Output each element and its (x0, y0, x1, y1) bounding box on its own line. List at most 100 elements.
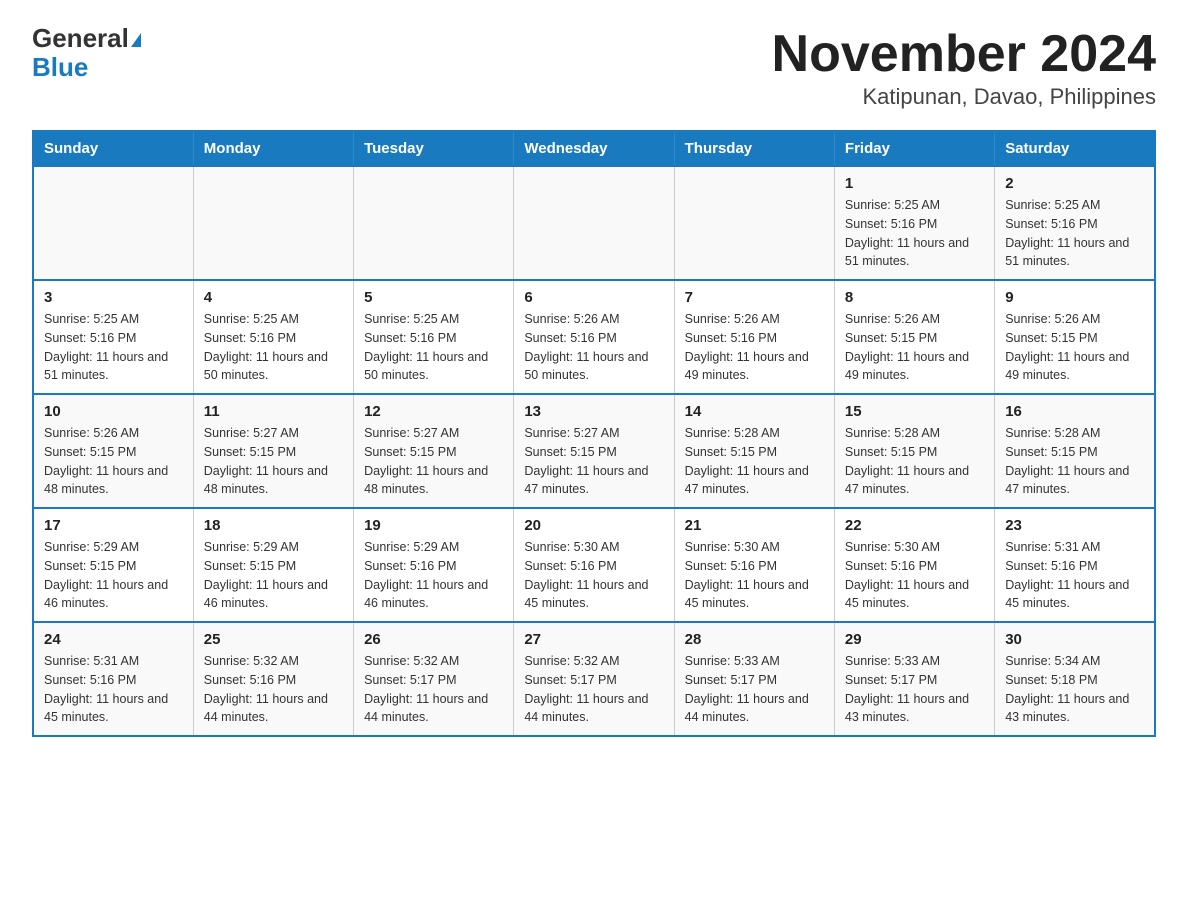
calendar-cell-w1-d1 (33, 166, 193, 280)
day-info: Sunrise: 5:28 AM Sunset: 5:15 PM Dayligh… (845, 424, 984, 499)
day-number: 19 (364, 517, 503, 534)
day-info: Sunrise: 5:31 AM Sunset: 5:16 PM Dayligh… (1005, 538, 1144, 613)
day-info: Sunrise: 5:25 AM Sunset: 5:16 PM Dayligh… (1005, 196, 1144, 271)
calendar-cell-w2-d4: 6 Sunrise: 5:26 AM Sunset: 5:16 PM Daylig… (514, 280, 674, 394)
day-info: Sunrise: 5:33 AM Sunset: 5:17 PM Dayligh… (685, 652, 824, 727)
weekday-header-monday: Monday (193, 131, 353, 166)
day-number: 9 (1005, 289, 1144, 306)
calendar-week-3: 10Sunrise: 5:26 AM Sunset: 5:15 PM Dayli… (33, 394, 1155, 508)
day-number: 23 (1005, 517, 1144, 534)
day-info: Sunrise: 5:30 AM Sunset: 5:16 PM Dayligh… (524, 538, 663, 613)
calendar-cell-w3-d6: 15 Sunrise: 5:28 AM Sunset: 5:15 PM Dayli… (834, 394, 994, 508)
calendar-cell-w4-d1: 17Sunrise: 5:29 AM Sunset: 5:15 PM Dayli… (33, 508, 193, 622)
calendar-cell-w4-d4: 20 Sunrise: 5:30 AM Sunset: 5:16 PM Dayli… (514, 508, 674, 622)
day-number: 14 (685, 403, 824, 420)
day-number: 15 (845, 403, 984, 420)
weekday-header-sunday: Sunday (33, 131, 193, 166)
calendar-cell-w3-d4: 13Sunrise: 5:27 AM Sunset: 5:15 PM Dayli… (514, 394, 674, 508)
day-info: Sunrise: 5:30 AM Sunset: 5:16 PM Dayligh… (685, 538, 824, 613)
day-info: Sunrise: 5:32 AM Sunset: 5:16 PM Dayligh… (204, 652, 343, 727)
calendar-cell-w2-d2: 4Sunrise: 5:25 AM Sunset: 5:16 PM Daylig… (193, 280, 353, 394)
day-info: Sunrise: 5:25 AM Sunset: 5:16 PM Dayligh… (364, 310, 503, 385)
weekday-header-tuesday: Tuesday (354, 131, 514, 166)
calendar-cell-w5-d6: 29Sunrise: 5:33 AM Sunset: 5:17 PM Dayli… (834, 622, 994, 736)
title-block: November 2024 Katipunan, Davao, Philippi… (772, 24, 1156, 110)
calendar-cell-w2-d6: 8 Sunrise: 5:26 AM Sunset: 5:15 PM Daylig… (834, 280, 994, 394)
calendar-cell-w3-d3: 12Sunrise: 5:27 AM Sunset: 5:15 PM Dayli… (354, 394, 514, 508)
logo-blue-text: Blue (32, 52, 88, 82)
calendar-title: November 2024 (772, 24, 1156, 84)
day-number: 21 (685, 517, 824, 534)
day-info: Sunrise: 5:27 AM Sunset: 5:15 PM Dayligh… (364, 424, 503, 499)
day-info: Sunrise: 5:26 AM Sunset: 5:15 PM Dayligh… (1005, 310, 1144, 385)
day-number: 27 (524, 631, 663, 648)
calendar-cell-w3-d7: 16Sunrise: 5:28 AM Sunset: 5:15 PM Dayli… (995, 394, 1155, 508)
calendar-cell-w1-d4 (514, 166, 674, 280)
calendar-cell-w5-d7: 30 Sunrise: 5:34 AM Sunset: 5:18 PM Dayli… (995, 622, 1155, 736)
calendar-cell-w4-d6: 22Sunrise: 5:30 AM Sunset: 5:16 PM Dayli… (834, 508, 994, 622)
day-number: 25 (204, 631, 343, 648)
day-info: Sunrise: 5:26 AM Sunset: 5:16 PM Dayligh… (685, 310, 824, 385)
calendar-cell-w5-d1: 24Sunrise: 5:31 AM Sunset: 5:16 PM Dayli… (33, 622, 193, 736)
day-info: Sunrise: 5:30 AM Sunset: 5:16 PM Dayligh… (845, 538, 984, 613)
page-header: General Blue November 2024 Katipunan, Da… (32, 24, 1156, 110)
weekday-header-thursday: Thursday (674, 131, 834, 166)
calendar-cell-w2-d3: 5 Sunrise: 5:25 AM Sunset: 5:16 PM Daylig… (354, 280, 514, 394)
weekday-header-wednesday: Wednesday (514, 131, 674, 166)
weekday-header-saturday: Saturday (995, 131, 1155, 166)
day-number: 8 (845, 289, 984, 306)
calendar-cell-w5-d4: 27 Sunrise: 5:32 AM Sunset: 5:17 PM Dayli… (514, 622, 674, 736)
day-info: Sunrise: 5:32 AM Sunset: 5:17 PM Dayligh… (364, 652, 503, 727)
logo-triangle-icon (131, 33, 141, 47)
day-number: 30 (1005, 631, 1144, 648)
calendar-week-5: 24Sunrise: 5:31 AM Sunset: 5:16 PM Dayli… (33, 622, 1155, 736)
calendar-cell-w3-d5: 14 Sunrise: 5:28 AM Sunset: 5:15 PM Dayli… (674, 394, 834, 508)
calendar-cell-w5-d2: 25 Sunrise: 5:32 AM Sunset: 5:16 PM Dayli… (193, 622, 353, 736)
day-number: 1 (845, 175, 984, 192)
day-info: Sunrise: 5:29 AM Sunset: 5:15 PM Dayligh… (44, 538, 183, 613)
day-info: Sunrise: 5:32 AM Sunset: 5:17 PM Dayligh… (524, 652, 663, 727)
calendar-cell-w2-d1: 3 Sunrise: 5:25 AM Sunset: 5:16 PM Daylig… (33, 280, 193, 394)
calendar-cell-w5-d5: 28 Sunrise: 5:33 AM Sunset: 5:17 PM Dayli… (674, 622, 834, 736)
day-number: 3 (44, 289, 183, 306)
day-info: Sunrise: 5:28 AM Sunset: 5:15 PM Dayligh… (685, 424, 824, 499)
calendar-week-1: 1 Sunrise: 5:25 AM Sunset: 5:16 PM Daylig… (33, 166, 1155, 280)
day-number: 11 (204, 403, 343, 420)
day-number: 18 (204, 517, 343, 534)
calendar-cell-w5-d3: 26 Sunrise: 5:32 AM Sunset: 5:17 PM Dayli… (354, 622, 514, 736)
day-info: Sunrise: 5:33 AM Sunset: 5:17 PM Dayligh… (845, 652, 984, 727)
day-info: Sunrise: 5:28 AM Sunset: 5:15 PM Dayligh… (1005, 424, 1144, 499)
day-info: Sunrise: 5:34 AM Sunset: 5:18 PM Dayligh… (1005, 652, 1144, 727)
calendar-week-2: 3 Sunrise: 5:25 AM Sunset: 5:16 PM Daylig… (33, 280, 1155, 394)
calendar-cell-w4-d7: 23 Sunrise: 5:31 AM Sunset: 5:16 PM Dayli… (995, 508, 1155, 622)
logo: General Blue (32, 24, 141, 81)
calendar-week-4: 17Sunrise: 5:29 AM Sunset: 5:15 PM Dayli… (33, 508, 1155, 622)
day-number: 5 (364, 289, 503, 306)
calendar-body: 1 Sunrise: 5:25 AM Sunset: 5:16 PM Daylig… (33, 166, 1155, 736)
day-info: Sunrise: 5:26 AM Sunset: 5:15 PM Dayligh… (845, 310, 984, 385)
calendar-cell-w1-d5 (674, 166, 834, 280)
day-number: 28 (685, 631, 824, 648)
day-info: Sunrise: 5:29 AM Sunset: 5:15 PM Dayligh… (204, 538, 343, 613)
calendar-table: SundayMondayTuesdayWednesdayThursdayFrid… (32, 130, 1156, 737)
calendar-cell-w1-d7: 2 Sunrise: 5:25 AM Sunset: 5:16 PM Daylig… (995, 166, 1155, 280)
calendar-header: SundayMondayTuesdayWednesdayThursdayFrid… (33, 131, 1155, 166)
day-number: 20 (524, 517, 663, 534)
calendar-cell-w1-d3 (354, 166, 514, 280)
day-number: 6 (524, 289, 663, 306)
weekday-header-friday: Friday (834, 131, 994, 166)
day-info: Sunrise: 5:31 AM Sunset: 5:16 PM Dayligh… (44, 652, 183, 727)
day-info: Sunrise: 5:25 AM Sunset: 5:16 PM Dayligh… (44, 310, 183, 385)
day-info: Sunrise: 5:26 AM Sunset: 5:16 PM Dayligh… (524, 310, 663, 385)
logo-general-text: General (32, 23, 129, 53)
calendar-cell-w3-d1: 10Sunrise: 5:26 AM Sunset: 5:15 PM Dayli… (33, 394, 193, 508)
day-info: Sunrise: 5:27 AM Sunset: 5:15 PM Dayligh… (204, 424, 343, 499)
day-number: 13 (524, 403, 663, 420)
day-number: 2 (1005, 175, 1144, 192)
day-number: 7 (685, 289, 824, 306)
day-info: Sunrise: 5:25 AM Sunset: 5:16 PM Dayligh… (845, 196, 984, 271)
calendar-cell-w4-d3: 19Sunrise: 5:29 AM Sunset: 5:16 PM Dayli… (354, 508, 514, 622)
day-number: 26 (364, 631, 503, 648)
calendar-cell-w1-d2 (193, 166, 353, 280)
weekday-header-row: SundayMondayTuesdayWednesdayThursdayFrid… (33, 131, 1155, 166)
